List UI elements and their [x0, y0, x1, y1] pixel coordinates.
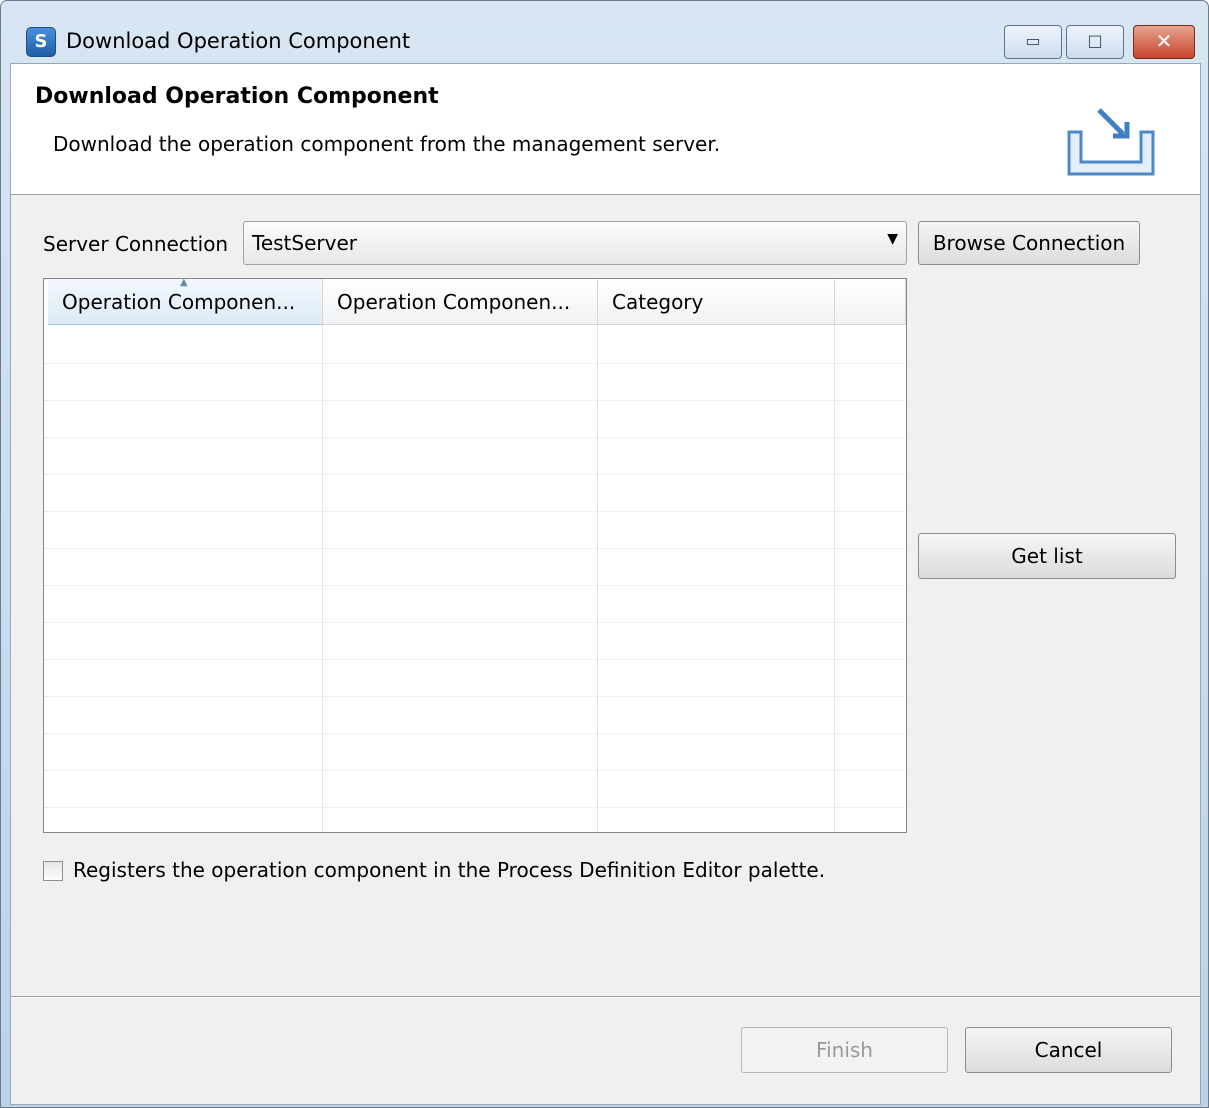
server-connection-select[interactable]: TestServer ▼	[243, 221, 907, 265]
cancel-button[interactable]: Cancel	[965, 1027, 1172, 1073]
column-divider	[834, 325, 835, 832]
table-row	[44, 807, 906, 808]
wizard-banner: Download Operation Component Download th…	[11, 64, 1200, 195]
banner-description: Download the operation component from th…	[53, 132, 721, 156]
minimize-button[interactable]: ▭	[1004, 25, 1062, 59]
window-title: Download Operation Component	[66, 29, 411, 53]
download-tray-icon	[1067, 108, 1155, 176]
column-header-label: Operation Componen...	[337, 290, 571, 314]
column-divider	[597, 325, 598, 832]
table-row	[44, 622, 906, 623]
register-palette-label[interactable]: Registers the operation component in the…	[73, 858, 825, 882]
title-bar[interactable]: S Download Operation Component ▭ □ ✕	[1, 1, 1208, 63]
server-connection-label: Server Connection	[43, 232, 229, 256]
banner-title: Download Operation Component	[35, 84, 439, 109]
finish-button[interactable]: Finish	[741, 1027, 948, 1073]
table-row	[44, 400, 906, 401]
column-header-label: Operation Componen...	[62, 290, 296, 314]
column-header-filler	[835, 279, 906, 325]
server-connection-value: TestServer	[252, 231, 357, 255]
table-row	[44, 548, 906, 549]
column-header-category[interactable]: Category	[598, 279, 835, 325]
operation-component-table[interactable]: ▲ Operation Componen... Operation Compon…	[43, 278, 907, 833]
column-divider	[322, 325, 323, 832]
table-row	[44, 733, 906, 734]
register-palette-checkbox[interactable]	[43, 861, 63, 881]
column-header-operation-component-2[interactable]: Operation Componen...	[323, 279, 598, 325]
table-row	[44, 585, 906, 586]
footer-separator	[11, 996, 1200, 998]
table-row	[44, 474, 906, 475]
dialog-window: S Download Operation Component ▭ □ ✕ Dow…	[0, 0, 1209, 1108]
dialog-client-area: Download Operation Component Download th…	[10, 63, 1201, 1105]
sort-ascending-icon: ▲	[180, 279, 188, 288]
table-row	[44, 696, 906, 697]
table-row	[44, 511, 906, 512]
table-row	[44, 437, 906, 438]
column-header-operation-component-name[interactable]: ▲ Operation Componen...	[48, 279, 323, 325]
table-row	[44, 770, 906, 771]
table-row	[44, 363, 906, 364]
maximize-button[interactable]: □	[1066, 25, 1124, 59]
browse-connection-button[interactable]: Browse Connection	[918, 221, 1140, 265]
column-header-label: Category	[612, 290, 704, 314]
get-list-button[interactable]: Get list	[918, 533, 1176, 579]
app-icon: S	[26, 27, 56, 57]
close-button[interactable]: ✕	[1133, 25, 1195, 59]
chevron-down-icon: ▼	[887, 231, 898, 247]
table-row	[44, 659, 906, 660]
